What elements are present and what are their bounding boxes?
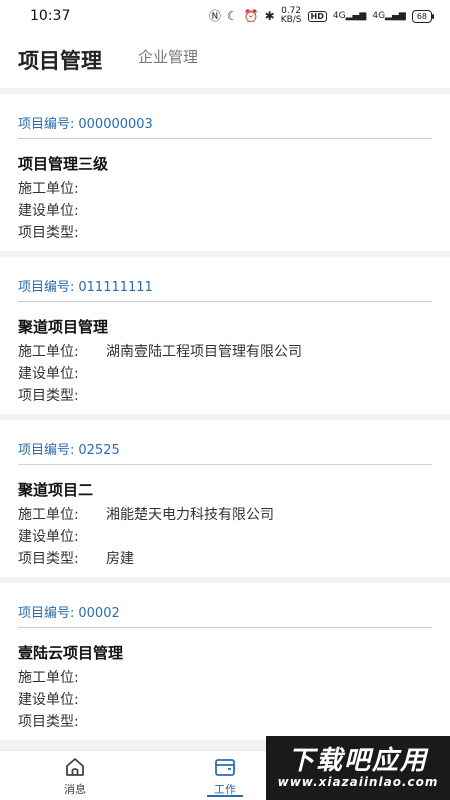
signal-icon-2: 4G▂▄▆ bbox=[372, 11, 406, 21]
project-id: 02525 bbox=[78, 443, 120, 458]
nfc-icon: Ⓝ bbox=[208, 9, 221, 23]
type-row: 项目类型: bbox=[18, 225, 79, 241]
watermark-logo: 下载吧应用 www.xiazaiinlao.com bbox=[266, 736, 450, 800]
status-bar: 10:37 Ⓝ ☾ ⏰ ✱ 0.72 KB/S HD 4G▂▄▆ 4G▂▄▆ 6… bbox=[0, 0, 450, 32]
bluetooth-icon: ✱ bbox=[264, 9, 275, 23]
project-id-label: 项目编号: bbox=[18, 443, 75, 458]
project-name: 聚道项目二 bbox=[18, 481, 94, 499]
tab-messages[interactable]: 消息 bbox=[0, 751, 150, 800]
project-id: 000000003 bbox=[78, 117, 153, 132]
project-name: 聚道项目管理 bbox=[18, 318, 109, 336]
watermark-title: 下载吧应用 bbox=[287, 746, 428, 776]
project-id-label: 项目编号: bbox=[18, 280, 75, 295]
builder-row: 施工单位: 湖南壹陆工程项目管理有限公司 bbox=[18, 341, 432, 363]
project-id-label: 项目编号: bbox=[18, 117, 75, 132]
project-id: 00002 bbox=[78, 606, 120, 621]
alarm-icon: ⏰ bbox=[243, 9, 259, 23]
project-name: 壹陆云项目管理 bbox=[18, 644, 124, 662]
project-id: 011111111 bbox=[78, 280, 153, 295]
type-value: 房建 bbox=[106, 551, 134, 567]
builder-value: 湘能楚天电力科技有限公司 bbox=[106, 507, 274, 523]
watermark-url: www.xiazaiinlao.com bbox=[277, 775, 439, 789]
builder-row: 施工单位: 湘能楚天电力科技有限公司 bbox=[18, 504, 432, 526]
status-icons: Ⓝ ☾ ⏰ ✱ 0.72 KB/S HD 4G▂▄▆ 4G▂▄▆ 68 bbox=[208, 6, 435, 25]
owner-row: 建设单位: bbox=[18, 203, 79, 219]
project-id-row: 项目编号: 011111111 bbox=[18, 257, 432, 302]
project-id-row: 项目编号: 02525 bbox=[18, 420, 432, 465]
page-header: 项目管理 企业管理 bbox=[0, 32, 450, 88]
battery-icon: 68 bbox=[411, 9, 435, 23]
signal-icon: 4G▂▄▆ bbox=[332, 11, 367, 21]
tab-enterprise-management[interactable]: 企业管理 bbox=[138, 46, 198, 67]
tab-project-management[interactable]: 项目管理 bbox=[18, 45, 102, 75]
owner-row: 建设单位: bbox=[18, 692, 79, 708]
project-name: 项目管理三级 bbox=[18, 155, 109, 173]
project-card[interactable]: 项目编号: 000000003 项目管理三级 施工单位: 建设单位: 项目类型: bbox=[0, 94, 450, 251]
network-speed: 0.72 KB/S bbox=[280, 6, 302, 25]
builder-row: 施工单位: bbox=[18, 181, 79, 197]
project-list: 项目编号: 000000003 项目管理三级 施工单位: 建设单位: 项目类型:… bbox=[0, 88, 450, 746]
owner-row: 建设单位: bbox=[18, 366, 79, 382]
hd-icon: HD bbox=[307, 10, 327, 22]
owner-row: 建设单位: bbox=[18, 529, 79, 545]
project-card[interactable]: 项目编号: 011111111 聚道项目管理 施工单位: 湖南壹陆工程项目管理有限… bbox=[0, 257, 450, 414]
type-row: 项目类型: bbox=[18, 388, 79, 404]
builder-row: 施工单位: bbox=[18, 670, 79, 686]
home-icon bbox=[66, 757, 84, 776]
project-card[interactable]: 项目编号: 00002 壹陆云项目管理 施工单位: 建设单位: 项目类型: bbox=[0, 583, 450, 740]
tab-messages-label: 消息 bbox=[64, 782, 86, 796]
project-id-row: 项目编号: 000000003 bbox=[18, 94, 432, 139]
status-time: 10:37 bbox=[30, 8, 71, 24]
tab-work-label: 工作 bbox=[214, 782, 236, 796]
moon-icon: ☾ bbox=[226, 9, 238, 23]
type-row: 项目类型: 房建 bbox=[18, 548, 432, 570]
project-card[interactable]: 项目编号: 02525 聚道项目二 施工单位: 湘能楚天电力科技有限公司 建设单位… bbox=[0, 420, 450, 577]
folder-icon bbox=[215, 758, 235, 776]
type-row: 项目类型: bbox=[18, 714, 79, 730]
project-id-row: 项目编号: 00002 bbox=[18, 583, 432, 628]
project-id-label: 项目编号: bbox=[18, 606, 75, 621]
builder-value: 湖南壹陆工程项目管理有限公司 bbox=[106, 344, 302, 360]
